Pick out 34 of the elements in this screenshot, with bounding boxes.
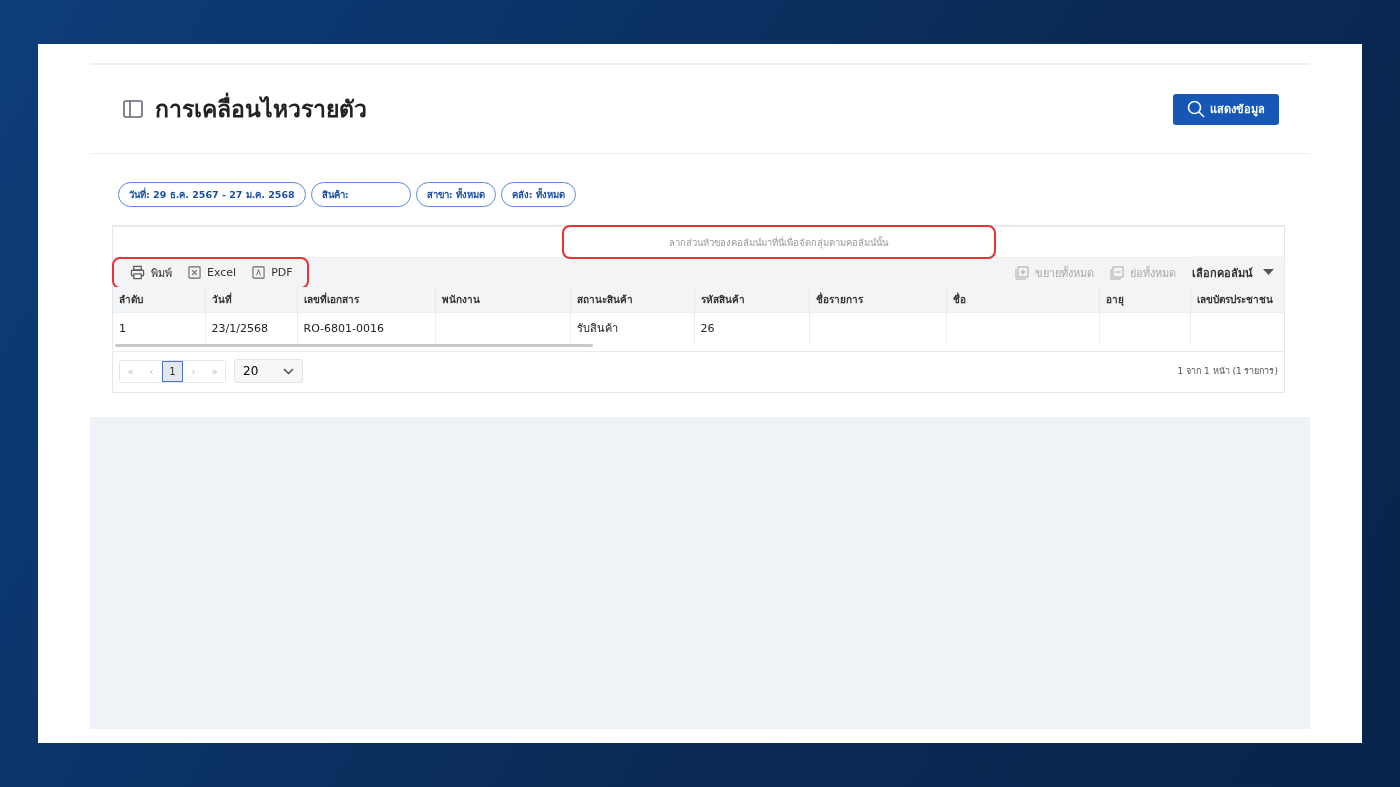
group-panel-hint: ลากส่วนหัวของคอลัมน์มาที่นี่เพื่อจัดกลุ่มตามคอลัมน์นั้น <box>561 225 996 259</box>
column-header[interactable]: ชื่อรายการ <box>809 287 946 313</box>
column-header[interactable]: ชื่อ <box>946 287 1099 313</box>
export-button[interactable]: PDF <box>248 264 297 281</box>
column-header[interactable]: พนักงาน <box>435 287 570 313</box>
column-header[interactable]: ลำดับ <box>113 287 205 313</box>
page-size-dropdown[interactable]: 20 <box>234 359 303 383</box>
collapse-icon <box>1110 265 1124 280</box>
column-header[interactable]: เลขบัตรประชาชน <box>1190 287 1284 313</box>
export-button[interactable]: Excel <box>184 264 241 281</box>
show-data-button[interactable]: แสดงข้อมูล <box>1173 93 1279 125</box>
column-header[interactable]: สถานะสินค้า <box>570 287 694 313</box>
filter-chip[interactable]: วันที่: 29 ธ.ค. 2567 - 27 ม.ค. 2568 <box>118 182 306 207</box>
chevron-down-icon <box>283 367 294 375</box>
caret-icon <box>1263 269 1274 276</box>
filter-chip[interactable]: สาขา: ทั้งหมด <box>415 182 496 207</box>
pager-summary: 1 จาก 1 หน้า (1 รายการ) <box>1177 365 1278 378</box>
scrollbar-thumb[interactable] <box>115 344 593 347</box>
excel-file-icon <box>188 266 201 279</box>
sidebar-panel-icon[interactable] <box>123 100 143 118</box>
expand-icon <box>1015 265 1029 280</box>
filter-chip[interactable]: คลัง: ทั้งหมด <box>500 182 576 207</box>
filter-chip[interactable]: สินค้า: <box>310 182 411 207</box>
table-cell: 26 <box>694 312 809 344</box>
column-header[interactable]: วันที่ <box>205 287 297 313</box>
column-header[interactable]: อายุ <box>1099 287 1190 313</box>
export-button[interactable]: พิมพ์ <box>126 261 176 284</box>
printer-icon <box>130 265 145 280</box>
pdf-file-icon <box>252 266 266 279</box>
page-button[interactable]: 1 <box>162 360 183 382</box>
column-header[interactable]: รหัสสินค้า <box>694 287 809 313</box>
page-title: การเคลื่อนไหวรายตัว <box>155 91 367 127</box>
search-icon <box>1187 100 1205 118</box>
column-header[interactable]: เลขที่เอกสาร <box>297 287 435 313</box>
